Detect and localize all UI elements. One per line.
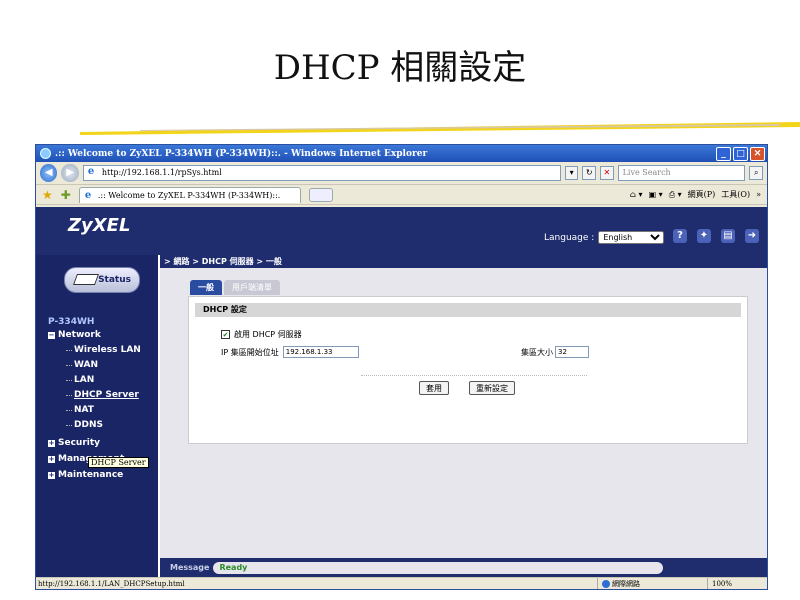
- zoom-level[interactable]: 100%: [707, 578, 767, 589]
- browser-statusbar: http://192.168.1.1/LAN_DHCPSetup.html 網際…: [36, 577, 767, 589]
- tooltip: DHCP Server: [88, 457, 149, 468]
- expand-icon: +: [48, 454, 55, 463]
- message-label: Message: [170, 563, 210, 572]
- zyxel-logo: ZyXEL: [68, 215, 131, 236]
- help-icon[interactable]: ?: [673, 229, 687, 243]
- wizard-icon[interactable]: ✦: [697, 229, 711, 243]
- collapse-icon: −: [48, 330, 55, 339]
- expand-icon: +: [48, 438, 55, 447]
- tools-menu[interactable]: 工具(O): [721, 189, 750, 200]
- security-zone: 網際網路: [597, 578, 707, 589]
- add-favorites-icon[interactable]: ✚: [61, 188, 71, 202]
- slide-title: DHCP 相關設定: [273, 48, 527, 88]
- browser-tab[interactable]: .:: Welcome to ZyXEL P-334WH (P-334WH)::…: [78, 186, 301, 203]
- forward-button[interactable]: ▶: [61, 164, 79, 182]
- nav-wireless-lan[interactable]: Wireless LAN: [48, 345, 141, 355]
- feeds-icon[interactable]: ▣ ▾: [649, 190, 663, 199]
- more-chevron-icon[interactable]: »: [756, 190, 761, 199]
- tab-client-list[interactable]: 用戶端清單: [224, 280, 280, 295]
- status-url: http://192.168.1.1/LAN_DHCPSetup.html: [38, 580, 185, 588]
- nav-lan[interactable]: LAN: [48, 375, 141, 385]
- nav-maintenance[interactable]: + Maintenance: [48, 470, 141, 480]
- language-select[interactable]: English: [598, 231, 665, 244]
- address-dropdown-button[interactable]: ▾: [564, 166, 579, 180]
- window-titlebar: .:: Welcome to ZyXEL P-334WH (P-334WH)::…: [36, 145, 767, 162]
- search-input[interactable]: Live Search: [617, 165, 746, 181]
- start-ip-label: IP 集區開始位址: [221, 347, 279, 357]
- apply-button[interactable]: 套用: [419, 381, 449, 395]
- nav-ddns[interactable]: DDNS: [48, 420, 141, 430]
- language-label: Language :: [544, 232, 595, 243]
- dhcp-settings-panel: DHCP 設定 ✔ 啟用 DHCP 伺服器 IP 集區開始位址 集區大小 套用 …: [188, 296, 748, 444]
- nav-security[interactable]: + Security: [48, 438, 141, 448]
- nav-network[interactable]: − Network: [48, 330, 141, 340]
- main-panel: 一般 用戶端清單 DHCP 設定 ✔ 啟用 DHCP 伺服器 IP 集區開始位址…: [160, 268, 767, 558]
- pool-size-label: 集區大小: [521, 347, 553, 357]
- print-icon[interactable]: ⎙ ▾: [669, 190, 682, 200]
- favorites-star-icon[interactable]: ★: [42, 188, 53, 202]
- maximize-button[interactable]: □: [733, 146, 748, 161]
- refresh-button[interactable]: ↻: [582, 166, 596, 180]
- minimize-button[interactable]: _: [716, 146, 731, 161]
- breadcrumb: > 網路 > DHCP 伺服器 > 一般: [160, 255, 767, 268]
- router-icon: [72, 274, 100, 285]
- enable-dhcp-checkbox[interactable]: ✔: [221, 330, 230, 339]
- message-value: Ready: [213, 561, 664, 574]
- divider: [361, 375, 587, 376]
- new-tab-button[interactable]: [308, 187, 333, 202]
- back-button[interactable]: ◀: [40, 164, 58, 182]
- nav-wan[interactable]: WAN: [48, 360, 141, 370]
- home-icon[interactable]: ⌂ ▾: [630, 190, 643, 199]
- logout-icon[interactable]: ➜: [745, 229, 759, 243]
- window-title: .:: Welcome to ZyXEL P-334WH (P-334WH)::…: [55, 148, 428, 159]
- close-button[interactable]: ✕: [750, 146, 765, 161]
- decorative-brush-stroke: [80, 122, 800, 135]
- pool-size-input[interactable]: [555, 346, 589, 358]
- start-ip-input[interactable]: [282, 346, 359, 358]
- nav-dhcp-server[interactable]: DHCP Server: [48, 390, 141, 400]
- status-button[interactable]: Status: [64, 267, 140, 293]
- search-button[interactable]: ⌕: [749, 166, 763, 180]
- stop-button[interactable]: ✕: [600, 166, 614, 180]
- router-sidebar: Status P-334WH − Network Wireless LAN WAN…: [36, 255, 158, 577]
- about-icon[interactable]: ▤: [721, 229, 735, 243]
- address-bar-row: ◀ ▶ http://192.168.1.1/rpSys.html ▾ ↻ ✕ …: [36, 162, 767, 185]
- nav-root: P-334WH: [48, 317, 95, 327]
- enable-dhcp-label: 啟用 DHCP 伺服器: [234, 330, 302, 339]
- reset-button[interactable]: 重新設定: [469, 381, 515, 395]
- language-selector: Language : English: [544, 231, 665, 244]
- expand-icon: +: [48, 470, 55, 479]
- page-menu[interactable]: 網頁(P): [688, 189, 716, 200]
- page-content: ZyXEL Language : English ? ✦ ▤ ➜ Status …: [36, 207, 767, 577]
- browser-window: .:: Welcome to ZyXEL P-334WH (P-334WH)::…: [35, 144, 768, 590]
- nav-nat[interactable]: NAT: [48, 405, 141, 415]
- tab-bar: ★ ✚ .:: Welcome to ZyXEL P-334WH (P-334W…: [36, 185, 767, 205]
- router-header: ZyXEL Language : English ? ✦ ▤ ➜: [36, 207, 767, 255]
- globe-icon: [602, 580, 610, 588]
- nav-tree: P-334WH − Network Wireless LAN WAN LAN DH…: [48, 317, 141, 480]
- ie-icon: [40, 148, 51, 159]
- panel-title: DHCP 設定: [195, 303, 741, 317]
- message-bar: Message Ready: [160, 558, 767, 577]
- address-input[interactable]: http://192.168.1.1/rpSys.html: [82, 165, 561, 181]
- tab-general[interactable]: 一般: [190, 280, 222, 295]
